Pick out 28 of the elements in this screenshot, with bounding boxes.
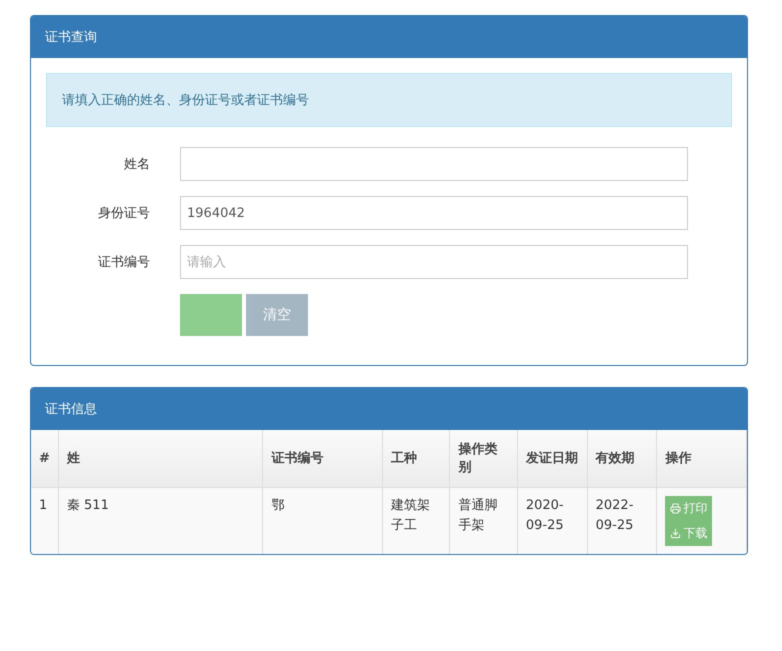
table-cell: 秦 511 <box>58 487 263 554</box>
field-label: 证书编号 <box>97 254 151 271</box>
input-field[interactable] <box>180 147 688 181</box>
input-field[interactable]: 请输入 <box>180 245 688 279</box>
column-header: 证书编号 <box>262 430 382 487</box>
table-cell: 建筑架子工 <box>382 487 450 554</box>
column-header: 发证日期 <box>517 430 588 487</box>
download-icon <box>670 528 682 538</box>
table-cell: 普通脚手架 <box>450 487 518 554</box>
panel-title: 证书信息 <box>31 388 747 430</box>
field-label: 姓名 <box>123 156 151 173</box>
column-header: 工种 <box>382 430 450 487</box>
column-header: 姓 <box>58 430 263 487</box>
print-icon <box>670 502 682 514</box>
column-header: 操作类别 <box>450 430 518 487</box>
info-alert: 请填入正确的姓名、身份证号或者证书编号 <box>46 73 732 127</box>
field-label: 身份证号 <box>97 205 151 222</box>
column-header: # <box>31 430 58 487</box>
input-field[interactable]: 1964042 <box>180 196 688 230</box>
download-button[interactable]: 下载 <box>665 520 712 546</box>
column-header: 操作 <box>656 430 746 487</box>
table-cell: 2020-09-25 <box>517 487 588 554</box>
column-header: 有效期 <box>587 430 657 487</box>
table-cell: 1 <box>31 487 58 554</box>
table-cell: 2022-09-25 <box>587 487 657 554</box>
print-button[interactable]: 打印 <box>665 496 712 520</box>
panel-title: 证书查询 <box>31 16 747 58</box>
table-cell: 鄂 <box>262 487 382 554</box>
